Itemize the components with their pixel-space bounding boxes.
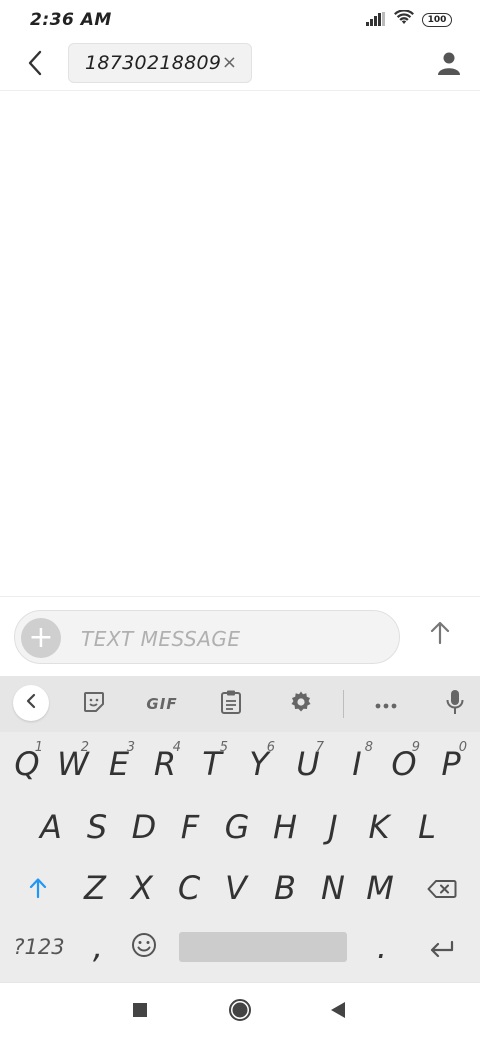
settings-button[interactable] bbox=[283, 686, 319, 722]
conversation-header: 18730218809 × bbox=[0, 40, 480, 91]
chevron-left-icon bbox=[26, 693, 36, 713]
more-horizontal-icon bbox=[374, 695, 398, 714]
more-options-button[interactable] bbox=[368, 686, 404, 722]
key-r[interactable]: R4 bbox=[145, 740, 185, 786]
back-nav-button[interactable] bbox=[322, 996, 354, 1028]
key-c[interactable]: C bbox=[169, 866, 209, 910]
clipboard-icon bbox=[220, 689, 242, 719]
symbols-key[interactable]: ?123 bbox=[10, 926, 68, 968]
key-l[interactable]: L bbox=[407, 805, 447, 849]
gif-label: GIF bbox=[146, 695, 178, 713]
microphone-icon bbox=[445, 689, 465, 719]
toolbar-collapse-button[interactable] bbox=[13, 685, 49, 721]
wifi-icon bbox=[394, 9, 414, 30]
key-v[interactable]: V bbox=[216, 866, 256, 910]
key-e[interactable]: E3 bbox=[99, 740, 139, 786]
period-key[interactable]: . bbox=[362, 926, 402, 968]
keyboard: GIF Q 1 W 2 E 3 R 4 T 5 Y 6 U 7 I 8 O 9 … bbox=[0, 676, 480, 982]
key-j[interactable]: J bbox=[313, 805, 353, 849]
enter-icon bbox=[429, 928, 455, 966]
comma-key[interactable]: , bbox=[78, 926, 118, 968]
gif-button[interactable]: GIF bbox=[140, 686, 184, 722]
home-button[interactable] bbox=[224, 996, 256, 1028]
key-d[interactable]: D bbox=[124, 805, 164, 849]
key-t[interactable]: T5 bbox=[192, 740, 232, 786]
key-n[interactable]: N bbox=[313, 866, 353, 910]
key-u[interactable]: U7 bbox=[288, 740, 328, 786]
signal-icon bbox=[366, 11, 386, 30]
key-g[interactable]: G bbox=[217, 805, 257, 849]
smiley-icon bbox=[131, 928, 157, 966]
enter-key[interactable] bbox=[420, 926, 464, 968]
navigation-bar bbox=[0, 982, 480, 1040]
add-attachment-button[interactable]: + bbox=[21, 618, 61, 658]
status-time: 2:36 AM bbox=[30, 10, 112, 30]
recents-button[interactable] bbox=[124, 996, 156, 1028]
remove-recipient-icon[interactable]: × bbox=[222, 54, 237, 72]
key-z[interactable]: Z bbox=[75, 866, 115, 910]
key-a[interactable]: A bbox=[31, 805, 71, 849]
space-key[interactable] bbox=[179, 932, 347, 962]
key-w[interactable]: W2 bbox=[53, 740, 93, 786]
backspace-key[interactable] bbox=[420, 866, 464, 910]
status-bar: 2:36 AM 100 bbox=[0, 0, 480, 40]
message-placeholder: TEXT MESSAGE bbox=[81, 627, 241, 651]
sticker-button[interactable] bbox=[76, 686, 112, 722]
key-k[interactable]: K bbox=[359, 805, 399, 849]
toolbar-divider bbox=[343, 690, 344, 718]
key-o[interactable]: O9 bbox=[384, 740, 424, 786]
sticker-icon bbox=[82, 690, 106, 718]
status-icons: 100 bbox=[366, 9, 452, 30]
message-list bbox=[0, 91, 480, 596]
circle-icon bbox=[228, 998, 252, 1026]
battery-icon: 100 bbox=[422, 13, 452, 27]
square-icon bbox=[132, 1002, 148, 1022]
shift-key[interactable] bbox=[18, 866, 58, 910]
key-f[interactable]: F bbox=[170, 805, 210, 849]
person-icon bbox=[438, 51, 460, 79]
key-s[interactable]: S bbox=[77, 805, 117, 849]
key-q[interactable]: Q1 bbox=[7, 740, 47, 786]
triangle-back-icon bbox=[330, 1001, 346, 1023]
back-arrow-icon bbox=[27, 50, 43, 80]
keyboard-toolbar: GIF bbox=[0, 676, 480, 732]
key-h[interactable]: H bbox=[265, 805, 305, 849]
key-p[interactable]: P0 bbox=[431, 740, 471, 786]
emoji-key[interactable] bbox=[124, 926, 164, 968]
key-x[interactable]: X bbox=[122, 866, 162, 910]
key-m[interactable]: M bbox=[360, 866, 400, 910]
key-b[interactable]: B bbox=[265, 866, 305, 910]
clipboard-button[interactable] bbox=[213, 686, 249, 722]
voice-input-button[interactable] bbox=[437, 686, 473, 722]
plus-icon: + bbox=[28, 620, 54, 655]
back-button[interactable] bbox=[18, 48, 52, 82]
message-input[interactable]: + TEXT MESSAGE bbox=[14, 610, 400, 664]
compose-bar: + TEXT MESSAGE bbox=[0, 596, 480, 676]
shift-arrow-icon bbox=[28, 869, 48, 907]
contact-button[interactable] bbox=[432, 48, 466, 82]
key-y[interactable]: Y6 bbox=[239, 740, 279, 786]
send-button[interactable] bbox=[422, 617, 458, 653]
gear-icon bbox=[289, 690, 313, 718]
backspace-icon bbox=[427, 869, 457, 907]
recipient-chip[interactable]: 18730218809 × bbox=[68, 43, 252, 83]
recipient-number: 18730218809 bbox=[85, 52, 222, 74]
key-i[interactable]: I8 bbox=[337, 740, 377, 786]
arrow-up-icon bbox=[429, 621, 451, 649]
